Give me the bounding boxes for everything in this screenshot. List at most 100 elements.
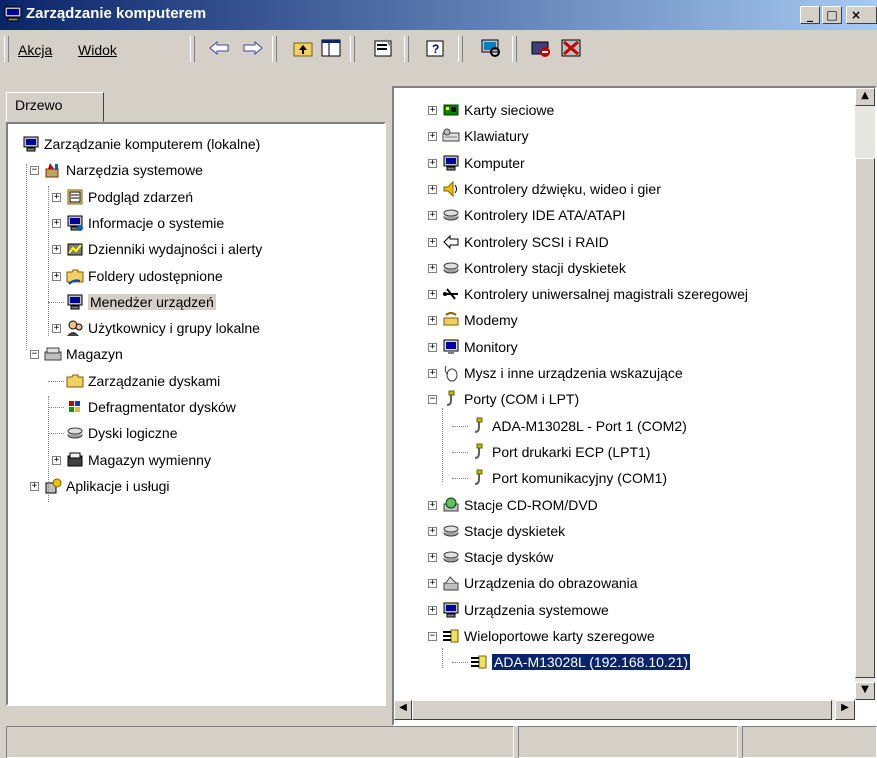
tree-node[interactable]: Defragmentator dysków — [66, 397, 236, 417]
maximize-button[interactable]: □ — [822, 6, 842, 24]
device-manager-icon — [66, 293, 84, 311]
expand-button[interactable]: + — [52, 324, 61, 334]
tree-node[interactable]: ADA-M13028L - Port 1 (COM2) — [470, 416, 687, 436]
properties-button[interactable] — [370, 36, 396, 60]
tree-node[interactable]: Magazyn wymienny — [66, 450, 211, 470]
scan-hardware-button[interactable] — [478, 36, 504, 60]
expand-button[interactable]: + — [428, 184, 437, 194]
left-tree-pane[interactable]: Zarządzanie komputerem (lokalne) − Narzędz… — [6, 122, 386, 706]
expand-button[interactable]: + — [428, 369, 437, 378]
scroll-up-button[interactable]: ▲ — [855, 88, 875, 106]
tree-node[interactable]: Stacje dysków — [442, 547, 553, 567]
right-device-pane[interactable]: + Karty sieciowe + Klawiatury + Komputer + Kont… — [392, 86, 877, 726]
scroll-left-button[interactable]: ◀ — [394, 700, 412, 720]
collapse-button[interactable]: − — [428, 395, 437, 405]
device-tree: + Karty sieciowe + Klawiatury + Komputer + Kont… — [394, 88, 854, 698]
show-tree-button[interactable] — [318, 36, 344, 60]
expand-button[interactable]: + — [428, 316, 437, 326]
tree-node[interactable]: Stacje CD-ROM/DVD — [442, 495, 598, 515]
tree-node[interactable]: Stacje dyskietek — [442, 521, 565, 541]
scan-hardware-icon — [481, 39, 500, 57]
tree-node[interactable]: Menedżer urządzeń — [66, 292, 216, 312]
expand-button[interactable]: + — [52, 245, 61, 255]
tree-node[interactable]: Wieloportowe karty szeregowe — [442, 626, 655, 646]
tree-node[interactable]: Klawiatury — [442, 126, 529, 146]
expand-button[interactable]: + — [52, 271, 61, 281]
tree-node[interactable]: Urządzenia do obrazowania — [442, 573, 638, 593]
up-level-button[interactable] — [290, 36, 316, 60]
tree-node[interactable]: Zarządzanie komputerem (lokalne) — [22, 134, 260, 154]
tree-node[interactable]: Karty sieciowe — [442, 100, 554, 120]
port-icon — [442, 390, 460, 408]
expand-button[interactable]: + — [428, 211, 437, 221]
scroll-down-button[interactable]: ▼ — [855, 682, 875, 700]
tree-node[interactable]: Komputer — [442, 153, 525, 173]
back-arrow-icon — [209, 41, 229, 55]
expand-button[interactable]: + — [52, 455, 61, 465]
tree-node[interactable]: Kontrolery dźwięku, wideo i gier — [442, 179, 661, 199]
tree-node[interactable]: Magazyn — [44, 344, 123, 364]
expand-button[interactable]: + — [428, 237, 437, 247]
expand-button[interactable]: + — [428, 526, 437, 536]
tree-node[interactable]: Port komunikacyjny (COM1) — [470, 468, 667, 488]
tree-node-label: Magazyn wymienny — [88, 451, 211, 468]
tree-node[interactable]: Informacje o systemie — [66, 213, 224, 233]
toolbar-grip[interactable] — [4, 36, 9, 62]
expand-button[interactable]: + — [428, 579, 437, 589]
expand-button[interactable]: + — [30, 481, 39, 491]
expand-button[interactable]: + — [428, 553, 437, 563]
tree-node[interactable]: Kontrolery SCSI i RAID — [442, 232, 609, 252]
tree-node-label: Zarządzanie dyskami — [88, 372, 221, 389]
tree-node[interactable]: Kontrolery uniwersalnej magistrali szere… — [442, 284, 748, 304]
expand-button[interactable]: + — [428, 500, 437, 510]
minimize-button[interactable]: _ — [800, 6, 820, 24]
tree-node[interactable]: Modemy — [442, 310, 518, 330]
tree-node[interactable]: ADA-M13028L (192.168.10.21) — [470, 652, 692, 672]
tree-node[interactable]: Kontrolery IDE ATA/ATAPI — [442, 205, 626, 225]
tree-node[interactable]: Użytkownicy i grupy lokalne — [66, 318, 260, 338]
scroll-right-button[interactable]: ▶ — [835, 700, 855, 720]
tab-tree[interactable]: Drzewo — [6, 92, 104, 122]
toolbar-separator — [350, 36, 355, 62]
expand-button[interactable]: + — [428, 342, 437, 352]
disable-device-button[interactable] — [528, 36, 554, 60]
tree-node[interactable]: Mysz i inne urządzenia wskazujące — [442, 363, 683, 383]
uninstall-device-button[interactable] — [558, 36, 584, 60]
tree-node[interactable]: Kontrolery stacji dyskietek — [442, 258, 626, 278]
expand-button[interactable]: + — [52, 192, 61, 202]
tree-node[interactable]: Port drukarki ECP (LPT1) — [470, 442, 650, 462]
tree-node[interactable]: Dyski logiczne — [66, 423, 177, 443]
hscroll-thumb[interactable] — [412, 700, 832, 720]
tree-node[interactable]: Urządzenia systemowe — [442, 600, 609, 620]
title-bar[interactable]: Zarządzanie komputerem _ □ × — [0, 0, 877, 30]
expand-button[interactable]: + — [428, 263, 437, 273]
tree-node[interactable]: Dzienniki wydajności i alerty — [66, 239, 262, 259]
close-button[interactable]: × — [846, 6, 877, 24]
menu-view[interactable]: Widok — [78, 42, 117, 58]
expand-button[interactable]: + — [52, 218, 61, 228]
collapse-button[interactable]: − — [428, 632, 437, 641]
expand-button[interactable]: + — [428, 158, 437, 168]
tree-node[interactable]: Zarządzanie dyskami — [66, 371, 220, 391]
collapse-button[interactable]: − — [30, 166, 39, 176]
scsi-icon — [442, 233, 460, 251]
collapse-button[interactable]: − — [30, 350, 39, 360]
tree-node[interactable]: Aplikacje i usługi — [44, 476, 170, 496]
tree-node[interactable]: Porty (COM i LPT) — [442, 389, 579, 409]
vertical-scrollbar[interactable]: ▲ ▼ — [855, 88, 875, 700]
expand-button[interactable]: + — [428, 290, 437, 300]
defragmenter-icon — [66, 398, 84, 416]
scroll-thumb[interactable] — [855, 158, 875, 678]
tree-node[interactable]: Foldery udostępnione — [66, 266, 223, 286]
expand-button[interactable]: + — [428, 106, 437, 115]
help-button[interactable]: ? — [422, 36, 448, 60]
expand-button[interactable]: + — [428, 605, 437, 615]
tree-node[interactable]: Narzędzia systemowe — [44, 160, 203, 180]
tree-node[interactable]: Podgląd zdarzeń — [66, 187, 193, 207]
forward-button[interactable] — [240, 36, 266, 60]
tree-node[interactable]: Monitory — [442, 337, 518, 357]
back-button[interactable] — [206, 36, 232, 60]
expand-button[interactable]: + — [428, 132, 437, 142]
horizontal-scrollbar[interactable]: ◀ ▶ — [394, 700, 855, 720]
menu-action[interactable]: Akcja — [18, 42, 52, 58]
